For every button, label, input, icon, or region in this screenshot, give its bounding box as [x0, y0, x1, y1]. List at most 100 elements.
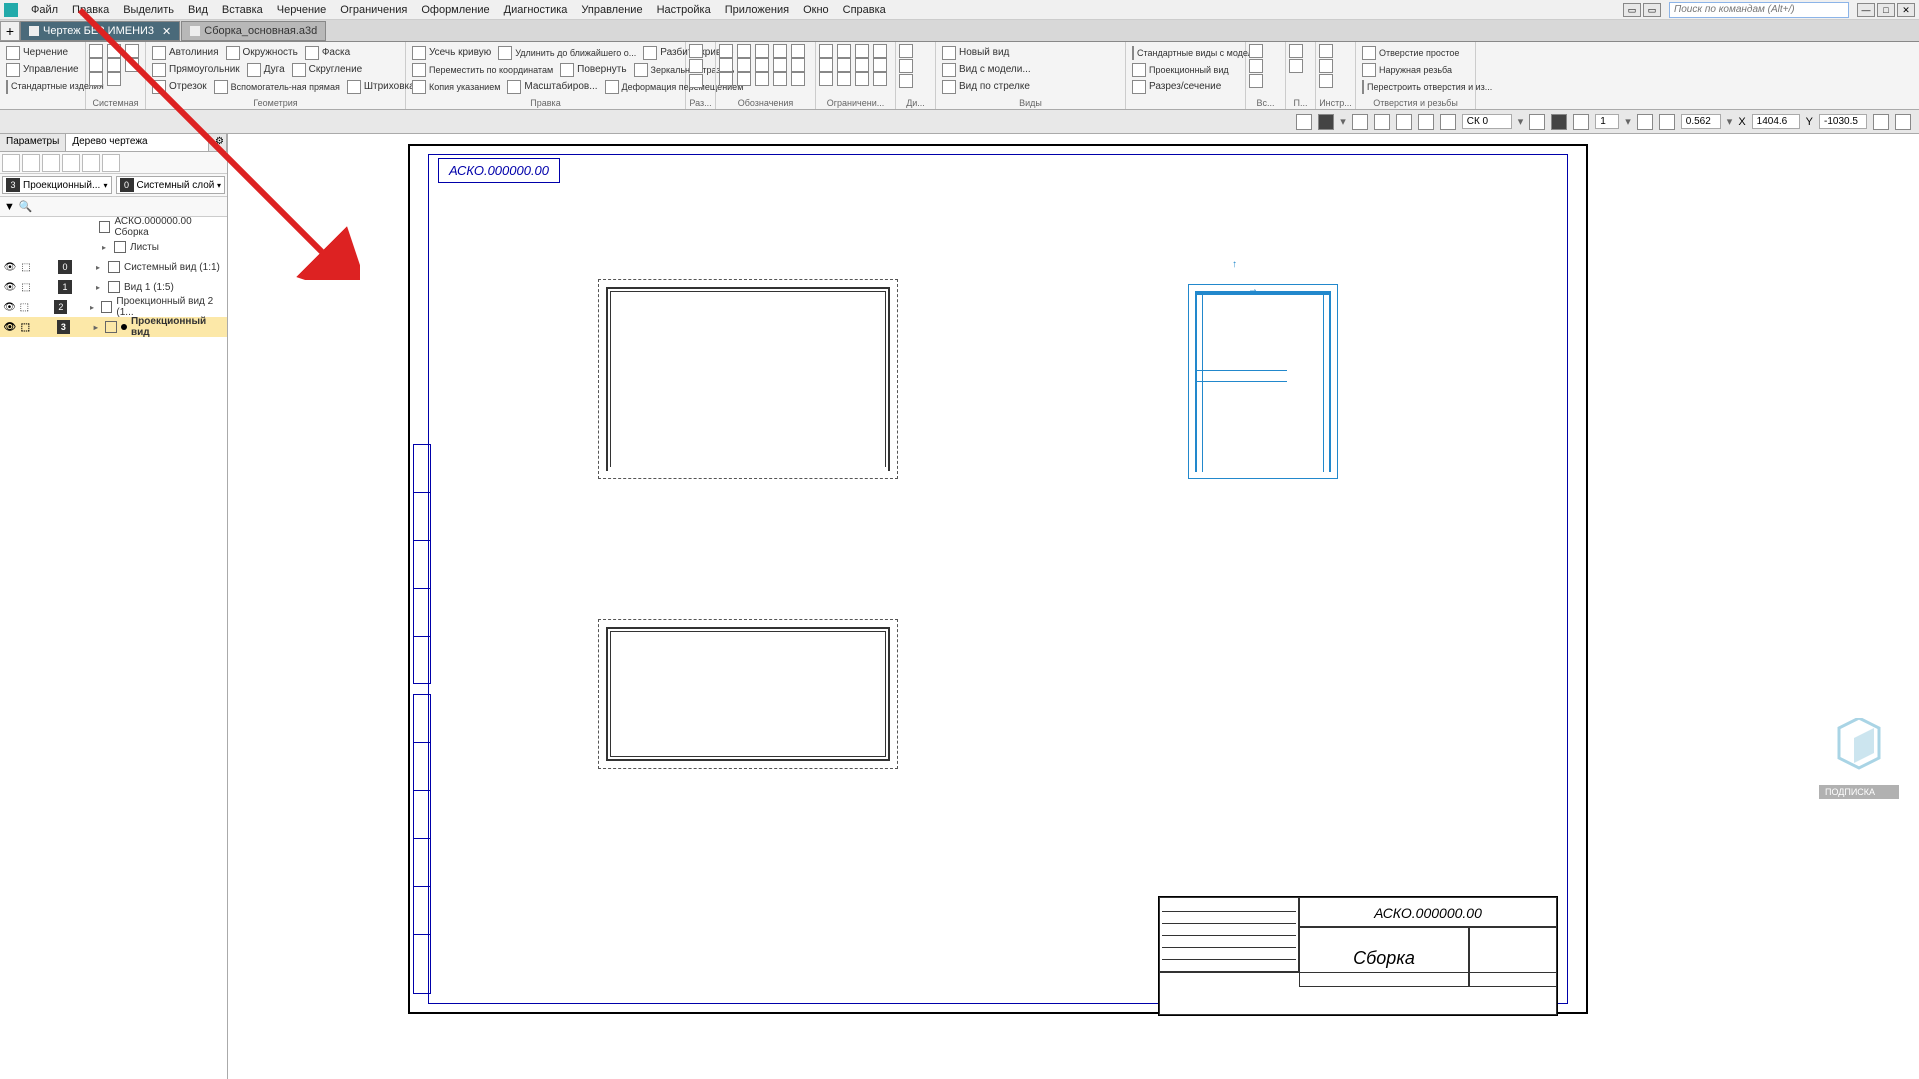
expand-icon[interactable]: ▸ [94, 323, 106, 332]
expand-icon[interactable]: ▸ [90, 303, 101, 312]
cs-select[interactable]: СК 0 [1462, 114, 1512, 129]
text-icon[interactable] [755, 72, 769, 86]
con8-icon[interactable] [873, 58, 887, 72]
con11-icon[interactable] [855, 72, 869, 86]
chamfer-button[interactable]: Фаска [302, 44, 353, 61]
ann1-icon[interactable] [719, 44, 733, 58]
ins1-icon[interactable] [1249, 44, 1263, 58]
diag1-icon[interactable] [899, 44, 913, 58]
save-icon[interactable] [125, 44, 139, 58]
extend-button[interactable]: Удлинить до ближайшего о... [495, 44, 639, 61]
expand-icon[interactable]: ▸ [96, 263, 108, 272]
menu-window[interactable]: Окно [796, 2, 836, 18]
pencil-icon[interactable] [1318, 114, 1334, 130]
snap-icon[interactable] [1440, 114, 1456, 130]
t1-icon[interactable] [1319, 44, 1333, 58]
con2-icon[interactable] [837, 44, 851, 58]
section-view-button[interactable]: Разрез/сечение [1129, 78, 1242, 95]
con12-icon[interactable] [873, 72, 887, 86]
tool4-icon[interactable] [1396, 114, 1412, 130]
con3-icon[interactable] [855, 44, 869, 58]
scale-button[interactable]: Масштабиров... [504, 78, 600, 95]
tool6-icon[interactable] [1573, 114, 1589, 130]
menu-select[interactable]: Выделить [116, 2, 181, 18]
t3-icon[interactable] [1319, 74, 1333, 88]
lock-icon[interactable]: ⬚ [18, 282, 34, 293]
menu-drawing[interactable]: Черчение [270, 2, 334, 18]
ann7-icon[interactable] [737, 58, 751, 72]
dropdown-icon[interactable]: ▾ [1340, 115, 1346, 128]
visibility-icon[interactable]: 👁 [2, 262, 18, 273]
con1-icon[interactable] [819, 44, 833, 58]
menu-view[interactable]: Вид [181, 2, 215, 18]
tool-icon[interactable] [1296, 114, 1312, 130]
copy-icon[interactable] [89, 72, 103, 86]
ribbon-drafting[interactable]: Черчение [3, 44, 82, 61]
menu-manage[interactable]: Управление [574, 2, 649, 18]
ext-thread-button[interactable]: Наружная резьба [1359, 61, 1472, 78]
lp-btn-4[interactable] [62, 154, 80, 172]
diag2-icon[interactable] [899, 59, 913, 73]
t2-icon[interactable] [1319, 59, 1333, 73]
tool5-icon[interactable] [1551, 114, 1567, 130]
tree-tab[interactable]: Дерево чертежа [66, 134, 209, 151]
trim-button[interactable]: Усечь кривую [409, 44, 494, 61]
menu-file[interactable]: Файл [24, 2, 65, 18]
simple-hole-button[interactable]: Отверстие простое [1359, 44, 1472, 61]
layer-select[interactable]: 0 Системный слой ▾ [116, 176, 226, 194]
settings-icon[interactable]: ⚙ [209, 134, 227, 151]
tab-drawing[interactable]: Чертеж БЕЗ ИМЕНИ3 ✕ [20, 21, 180, 41]
lp-btn-6[interactable] [102, 154, 120, 172]
table-icon[interactable] [773, 72, 787, 86]
grid-icon[interactable] [1418, 114, 1434, 130]
search-icon[interactable]: 🔍 [19, 200, 33, 213]
con5-icon[interactable] [819, 58, 833, 72]
projection-view-3[interactable] [1188, 284, 1338, 479]
dim2-icon[interactable] [689, 59, 703, 73]
undo-icon[interactable] [107, 58, 121, 72]
close-button[interactable]: ✕ [1897, 3, 1915, 17]
dim-icon[interactable] [689, 44, 703, 58]
view-select[interactable]: 3 Проекционный... ▾ [2, 176, 112, 194]
menu-help[interactable]: Справка [836, 2, 893, 18]
lp-btn-3[interactable] [42, 154, 60, 172]
ann6-icon[interactable] [719, 58, 733, 72]
scale-field[interactable]: 1 [1595, 114, 1619, 129]
auxline-button[interactable]: Вспомогатель-ная прямая [211, 78, 343, 95]
lp-btn-5[interactable] [82, 154, 100, 172]
expand-icon[interactable]: ▸ [102, 243, 114, 252]
paste-icon[interactable] [107, 72, 121, 86]
rebuild-holes-button[interactable]: Перестроить отверстия и из... [1359, 78, 1472, 95]
move-button[interactable]: Переместить по координатам [409, 61, 556, 78]
menu-apps[interactable]: Приложения [718, 2, 796, 18]
lock-icon[interactable]: ⬚ [17, 302, 32, 313]
open-icon[interactable] [107, 44, 121, 58]
ann13-icon[interactable] [791, 72, 805, 86]
tree-root[interactable]: АСКО.000000.00 Сборка [0, 217, 227, 237]
ann5-icon[interactable] [791, 44, 805, 58]
fillet-button[interactable]: Скругление [289, 61, 366, 78]
ann11-icon[interactable] [719, 72, 733, 86]
model-view-button[interactable]: Вид с модели... [939, 61, 1122, 78]
p1-icon[interactable] [1289, 44, 1303, 58]
arc-button[interactable]: Дуга [244, 61, 288, 78]
ann8-icon[interactable] [755, 58, 769, 72]
menu-format[interactable]: Оформление [414, 2, 496, 18]
tree-projview-active[interactable]: 👁 ⬚ 3 ▸ Проекционный вид [0, 317, 227, 337]
tool8-icon[interactable] [1895, 114, 1911, 130]
dropdown-icon[interactable]: ▾ [1727, 115, 1733, 128]
expand-icon[interactable]: ▸ [96, 283, 108, 292]
filter-icon[interactable]: ▼ [4, 201, 15, 213]
print-icon[interactable] [89, 58, 103, 72]
minimize-button[interactable]: — [1857, 3, 1875, 17]
visibility-icon[interactable]: 👁 [2, 302, 17, 313]
proj-view-button[interactable]: Проекционный вид [1129, 61, 1242, 78]
params-tab[interactable]: Параметры [0, 134, 66, 151]
menu-insert[interactable]: Вставка [215, 2, 270, 18]
ann4-icon[interactable] [773, 44, 787, 58]
ann3-icon[interactable] [755, 44, 769, 58]
tool3-icon[interactable] [1374, 114, 1390, 130]
new-view-button[interactable]: Новый вид [939, 44, 1122, 61]
new-icon[interactable] [89, 44, 103, 58]
menu-constraints[interactable]: Ограничения [333, 2, 414, 18]
